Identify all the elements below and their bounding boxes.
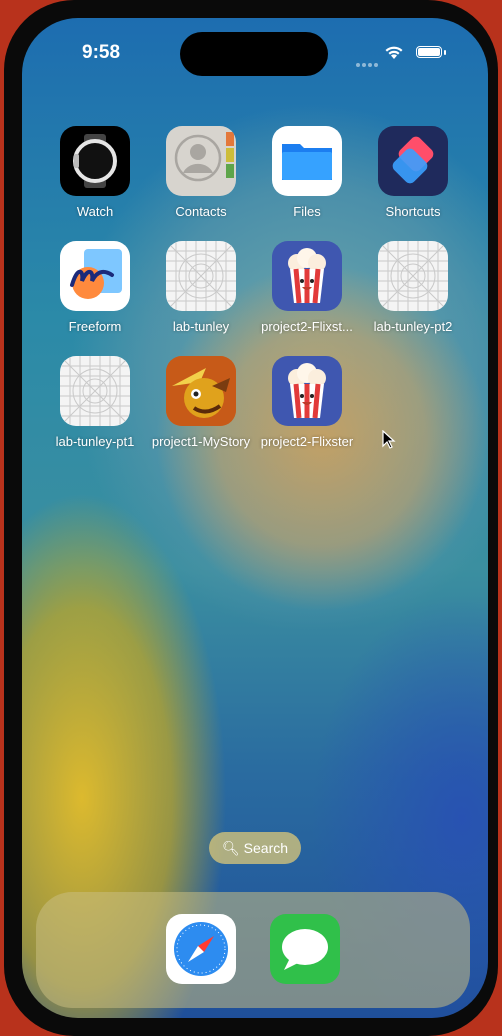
cellular-signal-icon	[356, 54, 380, 72]
mouse-pointer-icon	[382, 430, 396, 449]
app-label: project2-Flixster	[260, 434, 354, 449]
messages-icon[interactable]	[270, 914, 340, 984]
popcorn-icon	[272, 356, 342, 426]
search-label: Search	[243, 840, 289, 856]
status-time: 9:58	[82, 42, 121, 63]
placeholder-app-icon	[378, 241, 448, 311]
app-shortcuts[interactable]: Shortcuts	[360, 126, 466, 219]
search-icon: 🔍︎	[221, 840, 240, 856]
app-label: lab-tunley-pt1	[55, 434, 135, 449]
app-lab-tunley[interactable]: lab-tunley	[148, 241, 254, 334]
app-project2-flixster-1[interactable]: project2-Flixst...	[254, 241, 360, 334]
app-watch[interactable]: Watch	[42, 126, 148, 219]
dynamic-island	[180, 32, 328, 76]
app-label: lab-tunley	[172, 319, 230, 334]
app-contacts[interactable]: Contacts	[148, 126, 254, 219]
status-bar: 9:58	[22, 18, 488, 88]
app-label: Shortcuts	[385, 204, 441, 219]
wifi-icon	[385, 46, 403, 59]
contacts-icon	[166, 126, 236, 196]
app-project2-flixster-2[interactable]: project2-Flixster	[254, 356, 360, 449]
mystory-icon	[166, 356, 236, 426]
app-label: lab-tunley-pt2	[373, 319, 453, 334]
app-freeform[interactable]: Freeform	[42, 241, 148, 334]
app-project1-mystory[interactable]: project1-MyStory	[148, 356, 254, 449]
app-label: project1-MyStory	[151, 434, 251, 449]
search-button[interactable]: 🔍︎ Search	[209, 832, 301, 864]
placeholder-app-icon	[60, 356, 130, 426]
app-label: Watch	[76, 204, 114, 219]
app-label: Freeform	[68, 319, 122, 334]
app-lab-tunley-pt1[interactable]: lab-tunley-pt1	[42, 356, 148, 449]
safari-icon[interactable]	[166, 914, 236, 984]
battery-icon	[416, 46, 446, 58]
dock	[36, 892, 470, 1008]
app-label: project2-Flixst...	[261, 319, 353, 334]
app-label: Files	[293, 204, 321, 219]
phone-frame: 9:58 Watch Contacts Files Shortcuts Free…	[4, 0, 498, 1036]
popcorn-icon	[272, 241, 342, 311]
home-screen: 9:58 Watch Contacts Files Shortcuts Free…	[22, 18, 488, 1018]
app-lab-tunley-pt2[interactable]: lab-tunley-pt2	[360, 241, 466, 334]
freeform-icon	[60, 241, 130, 311]
placeholder-app-icon	[166, 241, 236, 311]
app-files[interactable]: Files	[254, 126, 360, 219]
app-label: Contacts	[175, 204, 227, 219]
files-icon	[272, 126, 342, 196]
watch-icon	[60, 126, 130, 196]
shortcuts-icon	[378, 126, 448, 196]
